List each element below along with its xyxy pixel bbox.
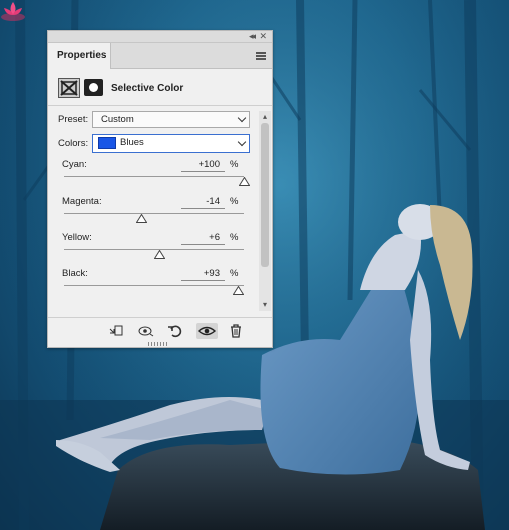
colors-label: Colors: <box>58 138 89 149</box>
chevron-down-icon <box>237 113 247 123</box>
yellow-percent-unit: % <box>230 232 239 243</box>
magenta-percent-unit: % <box>230 196 239 207</box>
panel-top-strip: ◂◂ ✕ <box>48 31 272 43</box>
black-label: Black: <box>62 268 88 279</box>
scroll-up-icon[interactable]: ▴ <box>259 111 271 123</box>
slider-row-black: Black: +93 % <box>48 268 258 304</box>
yellow-label: Yellow: <box>62 232 92 243</box>
close-panel-icon[interactable]: ✕ <box>259 31 267 42</box>
visibility-eye-icon[interactable] <box>196 323 218 339</box>
colors-value: Blues <box>120 137 144 148</box>
lotus-flower-icon <box>1 2 25 21</box>
colors-select[interactable]: Blues <box>92 134 250 153</box>
magenta-value-input[interactable]: -14 <box>181 196 225 209</box>
slider-row-cyan: Cyan: +100 % <box>48 159 258 195</box>
adjustment-title: Selective Color <box>111 83 184 94</box>
properties-panel: ◂◂ ✕ Properties Selective Color Preset: … <box>47 30 273 348</box>
scroll-down-icon[interactable]: ▾ <box>259 299 271 311</box>
cyan-slider-thumb[interactable] <box>239 177 250 186</box>
adjustment-controls: Preset: Custom Colors: Blues Cyan: +100 … <box>48 107 272 317</box>
black-value-input[interactable]: +93 <box>181 268 225 281</box>
panel-scrollbar[interactable]: ▴ ▾ <box>259 111 271 311</box>
cyan-label: Cyan: <box>62 159 87 170</box>
cyan-percent-unit: % <box>230 159 239 170</box>
cyan-slider-track[interactable] <box>64 176 244 177</box>
scrollbar-thumb[interactable] <box>261 123 269 267</box>
magenta-label: Magenta: <box>62 196 102 207</box>
slider-row-yellow: Yellow: +6 % <box>48 232 258 268</box>
panel-tab-bar: Properties <box>48 43 272 69</box>
adjustment-header: Selective Color <box>48 70 272 106</box>
preset-value: Custom <box>101 114 134 125</box>
magenta-slider-thumb[interactable] <box>136 214 148 223</box>
black-percent-unit: % <box>230 268 239 279</box>
panel-bottom-toolbar <box>48 317 272 343</box>
selective-color-adjustment-icon[interactable] <box>58 78 80 98</box>
black-slider-track[interactable] <box>64 285 244 286</box>
yellow-slider-thumb[interactable] <box>154 250 166 259</box>
reset-icon[interactable] <box>167 323 183 339</box>
color-swatch <box>98 137 116 149</box>
clip-to-layer-icon[interactable] <box>108 323 124 339</box>
tab-properties[interactable]: Properties <box>48 43 111 69</box>
preset-select[interactable]: Custom <box>92 111 250 128</box>
view-previous-state-icon[interactable] <box>138 323 154 339</box>
collapse-panel-icon[interactable]: ◂◂ <box>249 31 256 42</box>
panel-resize-grip[interactable] <box>148 342 168 346</box>
magenta-slider-track[interactable] <box>64 213 244 214</box>
panel-menu-icon[interactable] <box>256 52 266 60</box>
chevron-down-icon <box>237 137 247 147</box>
layer-mask-icon[interactable] <box>84 79 103 96</box>
cyan-value-input[interactable]: +100 <box>181 159 225 172</box>
preset-label: Preset: <box>58 114 89 125</box>
slider-row-magenta: Magenta: -14 % <box>48 196 258 232</box>
black-slider-thumb[interactable] <box>232 286 244 295</box>
yellow-value-input[interactable]: +6 <box>181 232 225 245</box>
delete-icon[interactable] <box>228 323 244 339</box>
